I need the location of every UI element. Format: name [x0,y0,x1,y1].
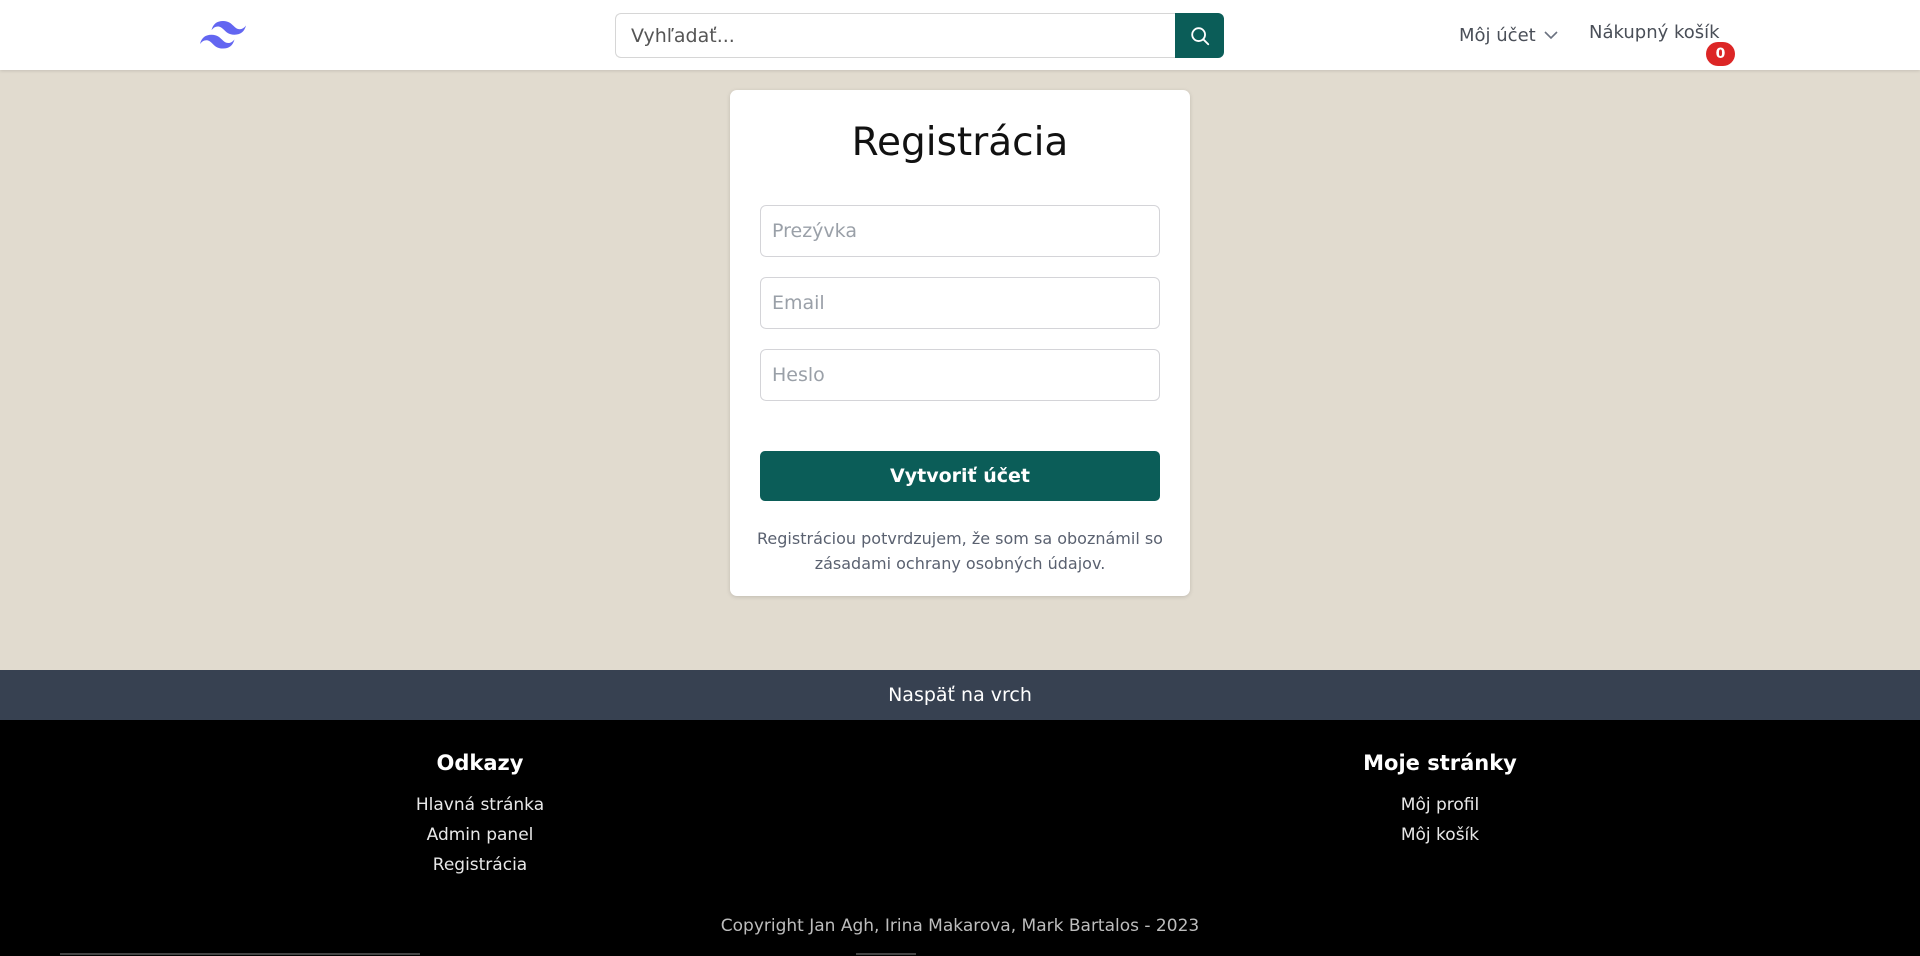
copyright-text: Copyright Jan Agh, Irina Makarova, Mark … [720,916,1200,936]
create-account-button[interactable]: Vytvoriť účet [760,451,1160,501]
footer-links-title: Odkazy [436,751,524,775]
search-bar [615,13,1224,58]
site-header: Môj účet Nákupný košík 0 [0,0,1920,70]
chevron-down-icon [1544,31,1558,40]
email-field[interactable] [760,277,1160,329]
search-icon [1190,26,1209,45]
footer-link-admin[interactable]: Admin panel [330,820,630,850]
footer-link-home[interactable]: Hlavná stránka [330,790,630,820]
account-menu[interactable]: Môj účet [1459,22,1558,48]
footer-pages-column: Moje stránky Môj profil Môj košík [1290,748,1590,850]
site-footer: Odkazy Hlavná stránka Admin panel Regist… [0,720,1920,956]
consent-text: Registráciou potvrdzujem, že som sa oboz… [757,529,1163,573]
cart-count-badge: 0 [1706,42,1735,66]
footer-link-cart[interactable]: Môj košík [1290,820,1590,850]
footer-links-column: Odkazy Hlavná stránka Admin panel Regist… [330,748,630,880]
tailwind-logo-icon[interactable] [200,17,246,53]
search-button[interactable] [1175,13,1224,58]
bottom-divider [856,953,916,955]
nickname-field[interactable] [760,205,1160,257]
page-title: Registrácia [851,120,1069,165]
password-field[interactable] [760,349,1160,401]
footer-link-profile[interactable]: Môj profil [1290,790,1590,820]
footer-link-registration[interactable]: Registrácia [330,850,630,880]
search-input[interactable] [615,13,1175,58]
cart-link[interactable]: Nákupný košík [1589,22,1720,48]
account-label: Môj účet [1459,24,1536,46]
registration-card: Registrácia Vytvoriť účet Registráciou p… [730,90,1190,596]
footer-pages-title: Moje stránky [1363,751,1517,775]
bottom-divider [60,953,420,955]
cart-label: Nákupný košík [1589,22,1720,43]
back-to-top-button[interactable]: Naspäť na vrch [0,670,1920,720]
